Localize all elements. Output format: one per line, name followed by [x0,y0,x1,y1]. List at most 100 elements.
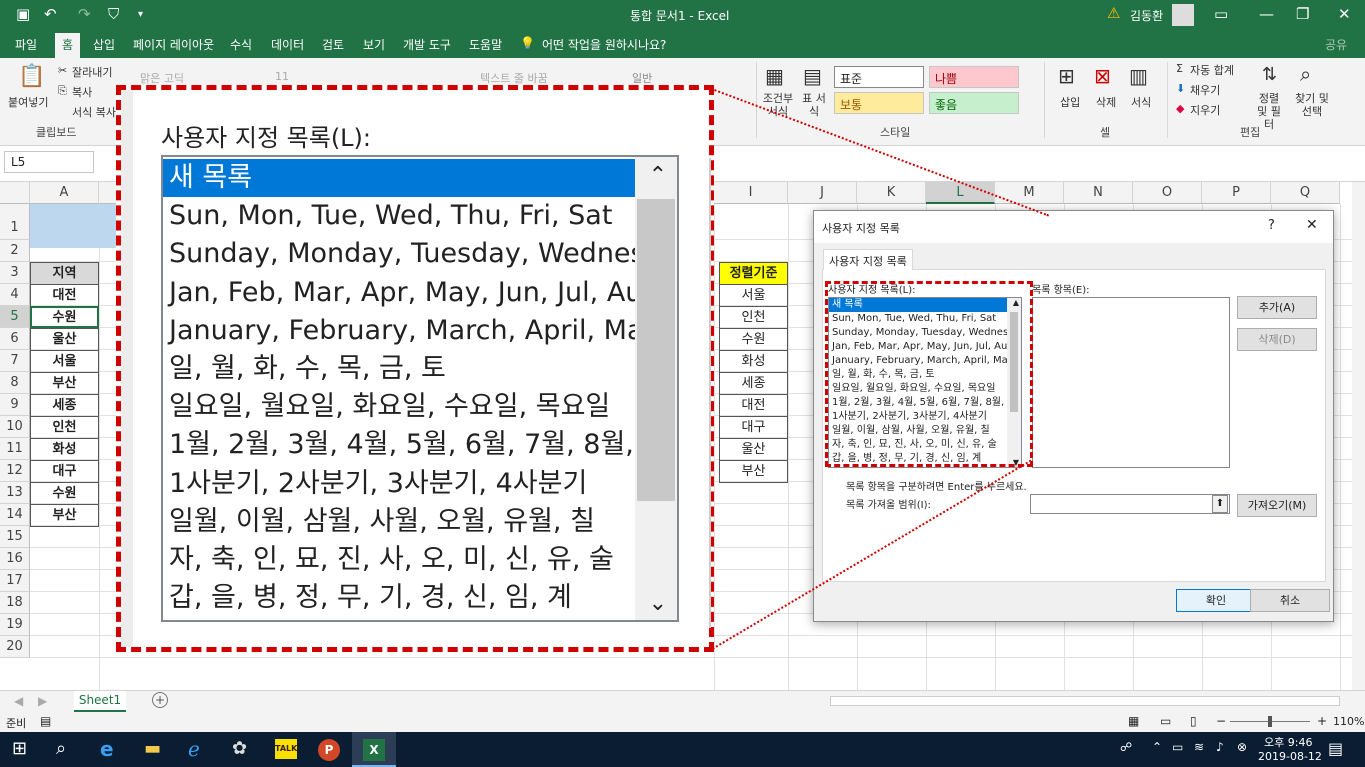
delete-cells-button[interactable]: 삭제 [1096,94,1116,110]
powerpoint-icon[interactable]: P [318,739,340,761]
style-good[interactable]: 좋음 [929,92,1019,114]
sort-key-cell[interactable]: 서울 [719,284,788,307]
clear-button[interactable]: 지우기 [1190,102,1220,118]
region-cell[interactable]: 대구 [30,460,99,483]
ie-icon[interactable]: ℯ [188,737,200,761]
row-header[interactable]: 18 [0,592,30,614]
warning-icon[interactable]: ⚠ [1107,4,1120,22]
tab-custom-lists[interactable]: 사용자 지정 목록 [823,249,913,270]
copy-button[interactable]: 복사 [72,84,92,100]
region-cell[interactable]: 부산 [30,504,99,527]
row-header[interactable]: 6 [0,328,30,350]
row-header[interactable]: 17 [0,570,30,592]
zoom-out-icon[interactable]: − [1216,714,1226,728]
style-neutral[interactable]: 보통 [834,92,924,114]
user-name[interactable]: 김동환 [1130,7,1163,24]
region-cell[interactable]: 세종 [30,394,99,417]
zoom-level[interactable]: 110% [1333,715,1364,728]
tab-data[interactable]: 데이터 [271,36,304,53]
column-header[interactable]: N [1064,182,1133,204]
row-header[interactable]: 4 [0,284,30,306]
windows-start-icon[interactable]: ⊞ [12,738,27,759]
region-cell[interactable]: 인천 [30,416,99,439]
search-icon[interactable]: ⌕ [56,738,66,759]
copy-icon[interactable]: ⎘ [58,84,67,98]
column-header[interactable]: J [788,182,857,204]
new-sheet-icon[interactable]: + [152,692,168,708]
table-format-icon[interactable]: ▤ [803,64,822,88]
font-name-box[interactable]: 맑은 고딕 [140,70,184,86]
save-icon[interactable]: ▣ [16,5,30,23]
find-select-button[interactable]: 찾기 및 선택 [1292,92,1332,118]
row-header[interactable]: 20 [0,636,30,658]
sort-key-cell[interactable]: 인천 [719,306,788,329]
region-cell[interactable]: 울산 [30,328,99,351]
conditional-format-icon[interactable]: ▦ [765,64,784,88]
tab-formulas[interactable]: 수식 [230,36,252,53]
list-entries-textbox[interactable] [1032,297,1230,468]
sort-filter-icon[interactable]: ⇅ [1262,64,1277,85]
ribbon-display-icon[interactable]: ▭ [1214,5,1228,23]
column-header[interactable]: O [1133,182,1202,204]
number-format-box[interactable]: 일반 [632,70,652,86]
sort-key-header-cell[interactable]: 정렬기준 [719,262,788,285]
paste-button[interactable]: 붙여넣기 [8,94,48,110]
row-header[interactable]: 16 [0,548,30,570]
autosum-icon[interactable]: Σ [1176,62,1183,75]
tab-page-layout[interactable]: 페이지 레이아웃 [133,36,214,53]
vertical-scrollbar[interactable] [1352,182,1365,690]
sort-key-cell[interactable]: 부산 [719,460,788,483]
row-header[interactable]: 2 [0,240,30,262]
import-range-input[interactable] [1030,494,1230,514]
region-cell[interactable]: 수원 [30,482,99,505]
column-header[interactable]: I [714,182,788,204]
row-header[interactable]: 12 [0,460,30,482]
next-sheet-icon[interactable]: ▶ [38,694,47,708]
share-button[interactable]: 공유 [1325,36,1347,53]
region-cell[interactable]: 서울 [30,350,99,373]
insert-cells-icon[interactable]: ⊞ [1058,64,1075,88]
delete-button[interactable]: 삭제(D) [1237,328,1317,351]
header-cell[interactable]: 지역 [30,262,99,285]
format-cells-button[interactable]: 서식 [1131,94,1151,110]
region-cell[interactable]: 대전 [30,284,99,307]
row-header[interactable]: 10 [0,416,30,438]
mute-icon[interactable]: ⊗ [1237,740,1247,754]
column-header[interactable]: Q [1271,182,1340,204]
format-painter-button[interactable]: 서식 복사 [72,104,116,120]
row-header[interactable]: 5 [0,306,30,328]
sort-key-cell[interactable]: 울산 [719,438,788,461]
row-header[interactable]: 11 [0,438,30,460]
row-header[interactable]: 19 [0,614,30,636]
zoom-in-icon[interactable]: + [1317,714,1327,728]
add-button[interactable]: 추가(A) [1237,296,1317,319]
redo-icon[interactable]: ↷ [78,5,91,23]
merged-title-cell[interactable] [30,204,120,248]
sort-key-cell[interactable]: 수원 [719,328,788,351]
tab-view[interactable]: 보기 [363,36,385,53]
row-header[interactable]: 8 [0,372,30,394]
macro-record-icon[interactable]: ▤ [40,714,51,728]
format-painter-qat-icon[interactable]: ⛉ [108,5,119,23]
file-explorer-icon[interactable]: ▬ [144,738,161,759]
tab-insert[interactable]: 삽입 [93,36,115,53]
cancel-button[interactable]: 취소 [1250,589,1330,612]
find-icon[interactable]: ⌕ [1300,62,1311,86]
style-bad[interactable]: 나쁨 [929,66,1019,88]
format-as-table-button[interactable]: 표 서식 [801,92,827,118]
customize-qat-icon[interactable]: ▾ [138,9,143,20]
range-collapse-icon[interactable]: ⬆ [1212,495,1228,513]
clock-date[interactable]: 2019-08-12 [1258,750,1322,763]
name-box[interactable]: L5 [4,151,94,173]
row-header[interactable]: 7 [0,350,30,372]
undo-icon[interactable]: ↶ [44,5,57,23]
minimize-icon[interactable]: — [1259,5,1274,23]
row-header[interactable]: 14 [0,504,30,526]
prev-sheet-icon[interactable]: ◀ [14,694,23,708]
tab-file[interactable]: 파일 [15,36,37,53]
sort-key-cell[interactable]: 화성 [719,350,788,373]
column-header[interactable]: K [857,182,926,204]
sort-key-cell[interactable]: 대전 [719,394,788,417]
app-icon[interactable]: ✿ [232,738,247,759]
style-normal[interactable]: 표준 [834,66,924,88]
